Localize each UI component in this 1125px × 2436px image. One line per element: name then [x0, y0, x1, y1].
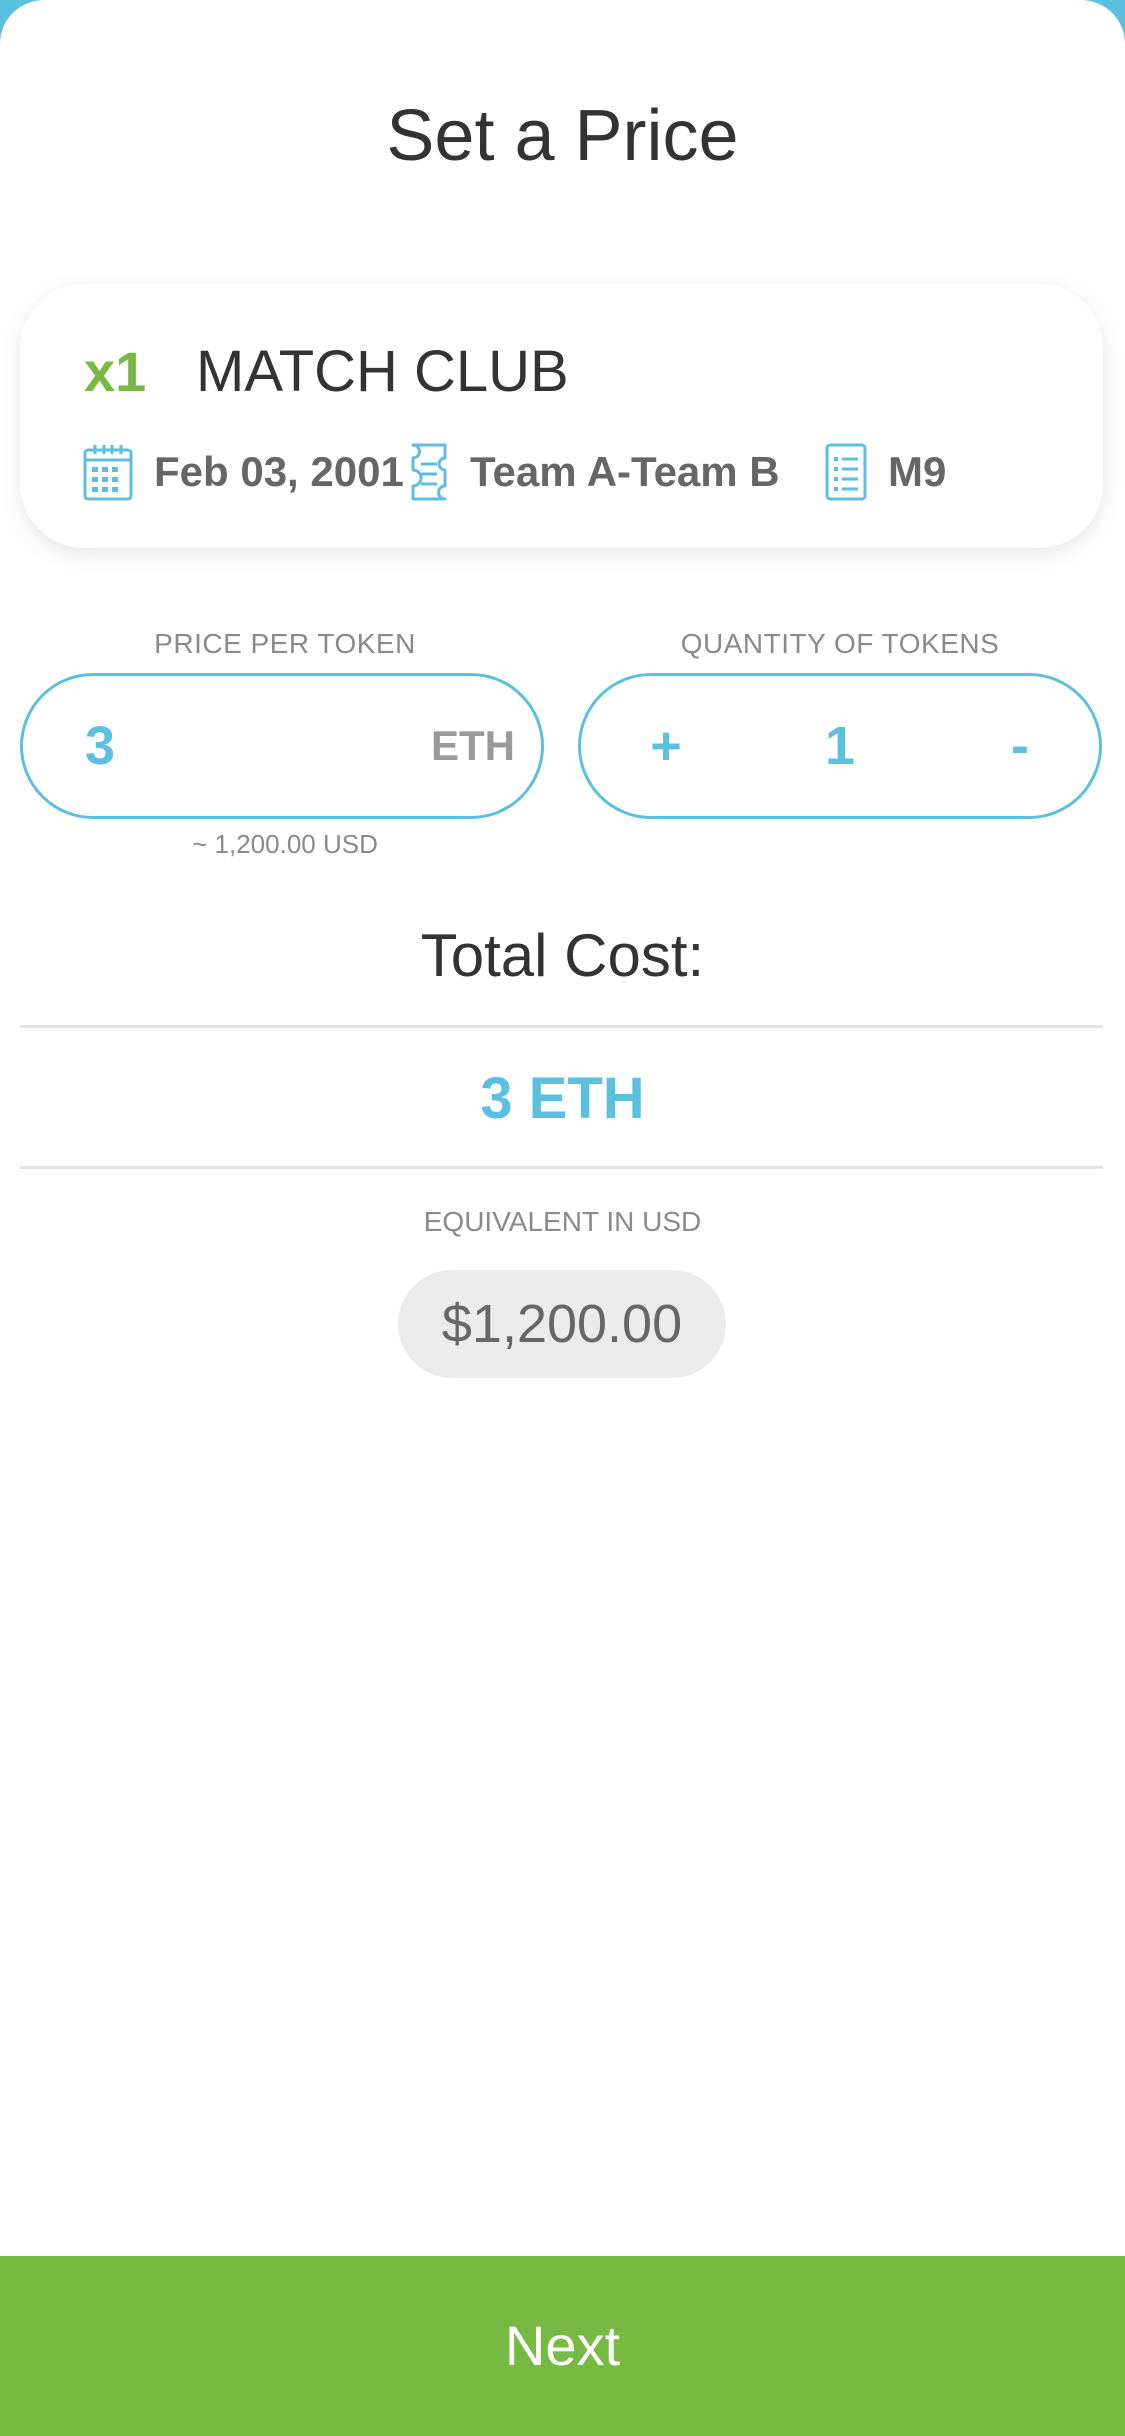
- ticket-icon: [408, 442, 450, 502]
- price-value[interactable]: 3: [85, 676, 115, 816]
- quantity-of-tokens-label: QUANTITY OF TOKENS: [680, 628, 1000, 659]
- next-button[interactable]: Next: [0, 2256, 1125, 2436]
- increment-button[interactable]: +: [621, 676, 711, 816]
- listing-card: x1 MATCH CLUB Feb 03, 2001 Team A-Team B…: [20, 284, 1103, 548]
- equivalent-usd-label: EQUIVALENT IN USD: [423, 1206, 702, 1237]
- price-unit: ETH: [431, 722, 515, 769]
- price-usd-hint: ~ 1,200.00 USD: [192, 829, 378, 859]
- price-input[interactable]: 3 ETH: [20, 673, 544, 819]
- calendar-icon: [82, 442, 134, 502]
- decrement-button[interactable]: -: [975, 676, 1065, 816]
- list-icon: [824, 442, 868, 502]
- total-bottom-divider: [20, 1166, 1103, 1169]
- price-sheet: Set a Price x1 MATCH CLUB Feb 03, 2001 T…: [0, 0, 1125, 2436]
- total-cost-value: 3 ETH: [480, 1066, 645, 1131]
- listing-match-id: M9: [888, 448, 947, 495]
- page-title: Set a Price: [386, 96, 739, 176]
- price-per-token-label: PRICE PER TOKEN: [154, 628, 416, 659]
- listing-quantity: x1: [84, 340, 147, 403]
- listing-date: Feb 03, 2001: [154, 448, 404, 495]
- listing-teams: Team A-Team B: [470, 448, 780, 495]
- equivalent-usd-value: $1,200.00: [398, 1270, 726, 1378]
- total-cost-label: Total Cost:: [420, 922, 705, 989]
- total-top-divider: [20, 1025, 1103, 1028]
- quantity-stepper[interactable]: 1 + -: [578, 673, 1102, 819]
- listing-name: MATCH CLUB: [196, 339, 569, 404]
